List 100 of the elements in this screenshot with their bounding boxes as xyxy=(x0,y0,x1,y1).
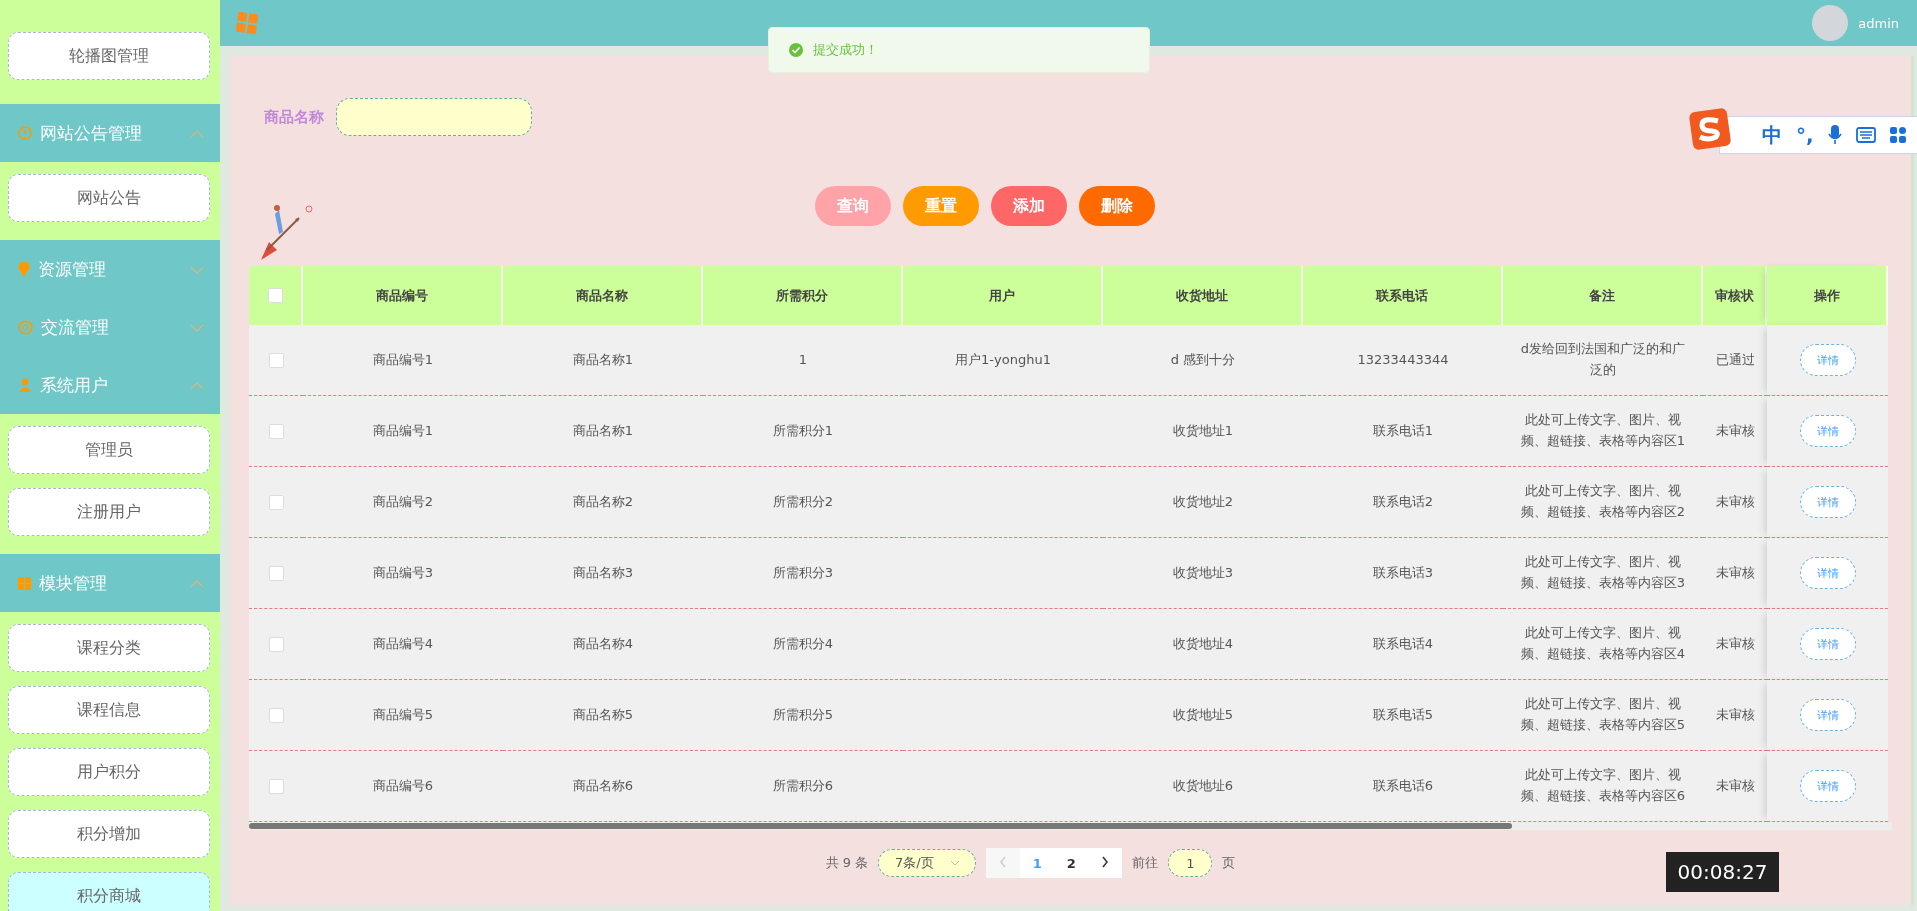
action-button[interactable]: 删除 xyxy=(1078,186,1155,226)
table-cell: 此处可上传文字、图片、视频、超链接、表格等内容区6 xyxy=(1503,751,1703,822)
prev-page-button[interactable] xyxy=(986,848,1021,878)
table-cell: 联系电话6 xyxy=(1303,751,1503,822)
table-cell: 商品名称1 xyxy=(503,325,703,396)
table-cell: 所需积分1 xyxy=(703,396,903,467)
table-cell: 联系电话2 xyxy=(1303,467,1503,538)
action-button[interactable]: 添加 xyxy=(990,186,1067,226)
table-cell: 商品编号3 xyxy=(303,538,503,609)
table-cell: 收货地址5 xyxy=(1103,680,1303,751)
table-cell: 商品名称5 xyxy=(503,680,703,751)
table-cell: 未审核 xyxy=(1703,751,1767,822)
detail-button[interactable]: 详情 xyxy=(1799,486,1856,518)
table-cell: 收货地址4 xyxy=(1103,609,1303,680)
user-name: admin xyxy=(1858,15,1899,31)
column-header: 所需积分 xyxy=(703,266,903,325)
column-header: 审核状 xyxy=(1703,266,1767,325)
checkbox[interactable] xyxy=(267,288,283,303)
group-label: 资源管理 xyxy=(38,257,107,281)
sidebar-item[interactable]: 课程信息 xyxy=(8,686,210,734)
page-button[interactable]: 1 xyxy=(1020,848,1055,878)
sidebar-item[interactable]: 积分商城 xyxy=(8,872,210,911)
page-button[interactable]: 2 xyxy=(1054,848,1089,878)
table-cell: 所需积分6 xyxy=(703,751,903,822)
sidebar-item[interactable]: 网站公告 xyxy=(8,174,210,222)
avatar[interactable] xyxy=(1812,5,1849,41)
table-cell: 联系电话4 xyxy=(1303,609,1503,680)
checkbox[interactable] xyxy=(268,707,284,723)
action-button[interactable]: 查询 xyxy=(814,186,891,226)
action-button[interactable]: 重置 xyxy=(902,186,979,226)
table-cell: 此处可上传文字、图片、视频、超链接、表格等内容区5 xyxy=(1503,680,1703,751)
table-cell: 商品名称3 xyxy=(503,538,703,609)
table-cell: 用户1-yonghu1 xyxy=(903,325,1103,396)
detail-button[interactable]: 详情 xyxy=(1799,344,1856,376)
table-cell: 已通过 xyxy=(1703,325,1767,396)
table-cell: 收货地址2 xyxy=(1103,467,1303,538)
keyboard-icon[interactable] xyxy=(1855,127,1876,143)
checkbox[interactable] xyxy=(268,636,284,652)
sidebar-group[interactable]: 交流管理 xyxy=(0,298,220,356)
column-header: 联系电话 xyxy=(1303,266,1503,325)
chevron-down-icon xyxy=(190,265,204,275)
column-header: 收货地址 xyxy=(1103,266,1303,325)
column-header: 备注 xyxy=(1503,266,1703,325)
page-size-select[interactable]: 7条/页 xyxy=(878,849,977,877)
table-cell: 所需积分4 xyxy=(703,609,903,680)
sidebar-group[interactable]: 网站公告管理 xyxy=(0,104,220,162)
table-cell: 商品名称1 xyxy=(503,396,703,467)
table-cell: 此处可上传文字、图片、视频、超链接、表格等内容区4 xyxy=(1503,609,1703,680)
detail-button[interactable]: 详情 xyxy=(1799,699,1856,731)
microphone-icon[interactable] xyxy=(1827,125,1842,145)
detail-button[interactable]: 详情 xyxy=(1799,628,1856,660)
sidebar-item[interactable]: 管理员 xyxy=(8,426,210,474)
search-label: 商品名称 xyxy=(264,107,324,127)
column-header: 操作 xyxy=(1767,266,1888,325)
table-cell: 商品编号1 xyxy=(303,325,503,396)
page-suffix: 页 xyxy=(1222,854,1236,872)
sidebar-group[interactable]: 系统用户 xyxy=(0,356,220,414)
detail-button[interactable]: 详情 xyxy=(1799,557,1856,589)
table-cell: 商品编号1 xyxy=(303,396,503,467)
chevron-up-icon xyxy=(190,579,204,589)
sidebar-item[interactable]: 轮播图管理 xyxy=(8,32,210,80)
sidebar-group[interactable]: 模块管理 xyxy=(0,554,220,612)
detail-button[interactable]: 详情 xyxy=(1799,770,1856,802)
checkbox[interactable] xyxy=(268,423,284,439)
scrollbar[interactable] xyxy=(249,822,1892,830)
goto-page-field[interactable]: 1 xyxy=(1168,849,1213,877)
checkbox[interactable] xyxy=(268,352,284,368)
chevron-left-icon xyxy=(999,855,1008,868)
chevron-down-icon xyxy=(949,860,960,866)
sidebar-item[interactable]: 注册用户 xyxy=(8,488,210,536)
table-cell: 未审核 xyxy=(1703,609,1767,680)
next-page-button[interactable] xyxy=(1088,848,1123,878)
sidebar-group[interactable]: 资源管理 xyxy=(0,240,220,298)
table-cell: 商品编号5 xyxy=(303,680,503,751)
column-header: 用户 xyxy=(903,266,1103,325)
checkbox[interactable] xyxy=(268,565,284,581)
table-cell: 商品编号4 xyxy=(303,609,503,680)
video-timestamp: 00:08:27 xyxy=(1666,852,1779,892)
grid-icon xyxy=(18,576,31,590)
table-cell: d 感到十分 xyxy=(1103,325,1303,396)
checkbox[interactable] xyxy=(268,778,284,794)
grid-icon[interactable] xyxy=(1889,127,1906,143)
table-cell: 商品编号2 xyxy=(303,467,503,538)
chat-icon xyxy=(18,319,33,335)
table-cell: 此处可上传文字、图片、视频、超链接、表格等内容区2 xyxy=(1503,467,1703,538)
ime-punctuation[interactable]: °, xyxy=(1796,123,1814,147)
sidebar-item[interactable]: 课程分类 xyxy=(8,624,210,672)
toast-message: 提交成功！ xyxy=(813,41,878,59)
table-cell: 此处可上传文字、图片、视频、超链接、表格等内容区1 xyxy=(1503,396,1703,467)
user-icon xyxy=(18,378,32,392)
search-field[interactable] xyxy=(336,98,532,136)
sidebar-item[interactable]: 积分增加 xyxy=(8,810,210,858)
table-cell: 此处可上传文字、图片、视频、超链接、表格等内容区3 xyxy=(1503,538,1703,609)
table-cell: d发给回到法国和广泛的和广泛的 xyxy=(1503,325,1703,396)
checkbox[interactable] xyxy=(268,494,284,510)
ime-mode[interactable]: 中 xyxy=(1762,121,1782,149)
table-cell: 所需积分2 xyxy=(703,467,903,538)
detail-button[interactable]: 详情 xyxy=(1799,415,1856,447)
table-cell: 所需积分3 xyxy=(703,538,903,609)
sidebar-item[interactable]: 用户积分 xyxy=(8,748,210,796)
